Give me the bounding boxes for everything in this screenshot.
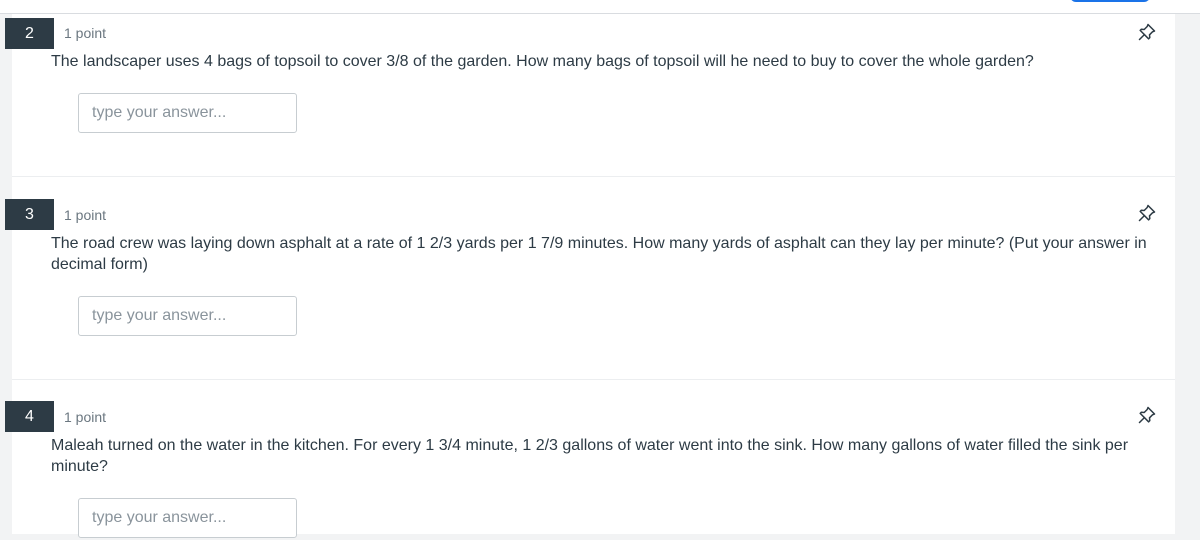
question-number-badge: 3 <box>5 199 54 230</box>
question-points: 1 point <box>64 25 107 41</box>
question-3: 3 1 point The road crew was laying down … <box>5 177 1175 380</box>
question-number-badge: 4 <box>5 401 54 432</box>
top-toolbar <box>0 0 1200 14</box>
pin-icon[interactable] <box>1137 405 1157 425</box>
question-text: The road crew was laying down asphalt at… <box>51 235 1147 273</box>
question-2: 2 1 point The landscaper uses 4 bags of … <box>5 14 1175 177</box>
pin-icon[interactable] <box>1137 203 1157 223</box>
question-number-badge: 2 <box>5 18 54 49</box>
question-text: Maleah turned on the water in the kitche… <box>51 437 1129 475</box>
pin-icon[interactable] <box>1137 22 1157 42</box>
question-4: 4 1 point Maleah turned on the water in … <box>5 380 1175 540</box>
answer-input[interactable] <box>78 93 297 133</box>
question-points: 1 point <box>64 409 107 425</box>
answer-input[interactable] <box>78 498 297 538</box>
quiz-content: 2 1 point The landscaper uses 4 bags of … <box>5 14 1175 538</box>
toolbar-button[interactable] <box>1070 0 1150 2</box>
question-points: 1 point <box>64 207 107 223</box>
question-text: The landscaper uses 4 bags of topsoil to… <box>51 53 1034 70</box>
answer-input[interactable] <box>78 296 297 336</box>
